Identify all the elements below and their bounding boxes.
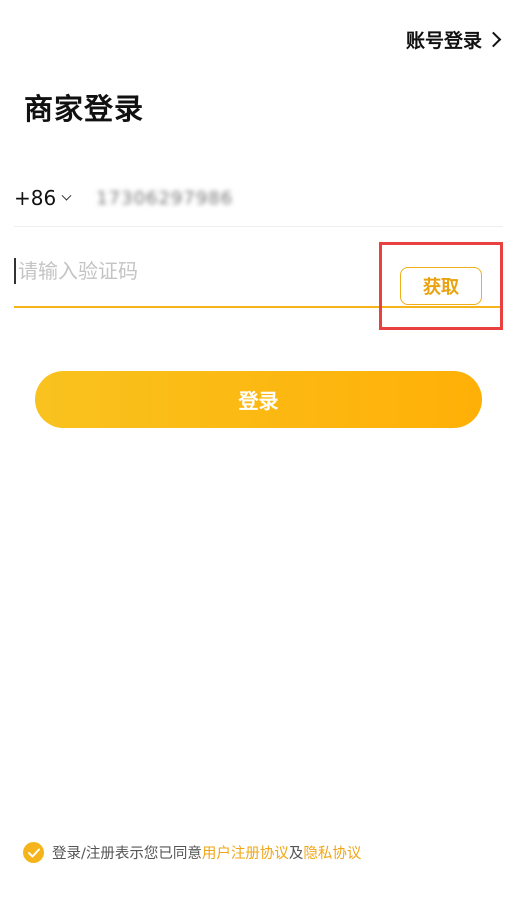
country-code-selector[interactable]: +86 [14,186,72,210]
verification-code-row: 获取 [14,236,503,330]
account-login-label: 账号登录 [405,30,482,52]
highlight-box: 获取 [379,242,503,330]
text-caret [14,258,16,284]
login-button[interactable]: 登录 [35,371,482,428]
phone-number-field[interactable]: 17306297986 [96,188,233,209]
user-agreement-link[interactable]: 用户注册协议 [202,842,289,863]
check-icon [27,848,40,857]
agreement-prefix: 登录/注册表示您已同意 [52,846,202,862]
country-code-value: +86 [14,186,57,210]
agreement-row: 登录/注册表示您已同意 用户注册协议 及 隐私协议 [23,842,361,863]
agreement-checkbox[interactable] [23,842,44,863]
phone-row: +86 17306297986 [14,170,503,227]
privacy-policy-link[interactable]: 隐私协议 [303,842,361,863]
chevron-right-icon [485,31,502,48]
get-code-button[interactable]: 获取 [400,267,482,305]
chevron-down-icon [61,190,72,201]
account-login-link[interactable]: 账号登录 [405,26,502,53]
agreement-conjunction: 及 [288,846,304,862]
page-title: 商家登录 [24,92,145,126]
